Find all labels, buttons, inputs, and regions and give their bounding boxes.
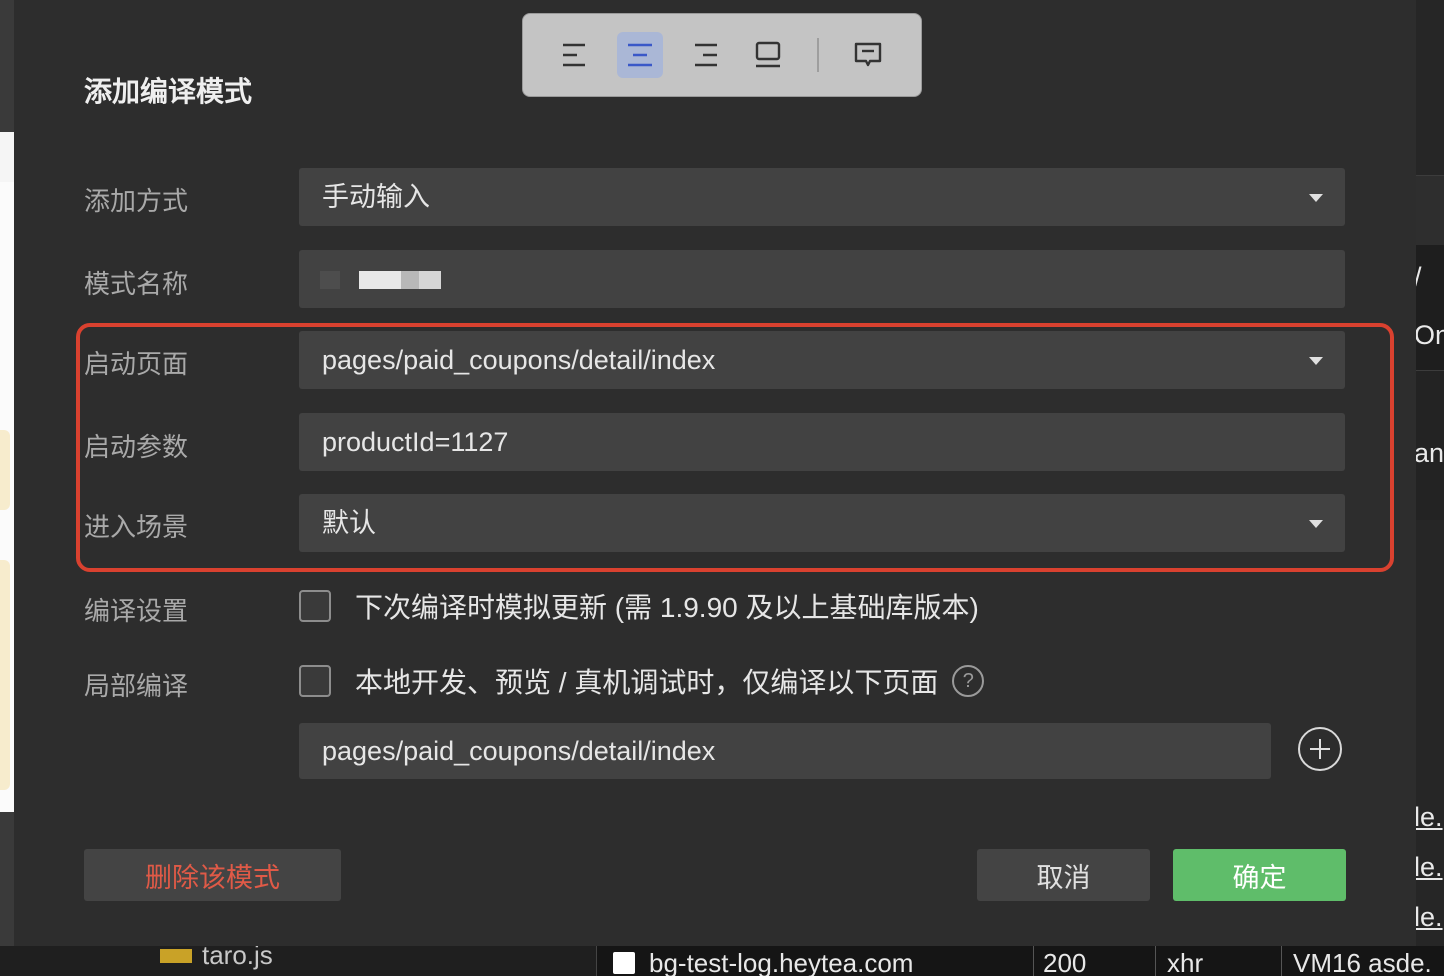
add-method-select[interactable]: 手动输入 xyxy=(299,168,1345,226)
network-request-row: bg-test-log.heytea.com 200 xhr VM16 asde… xyxy=(596,946,1444,976)
background-row xyxy=(1416,175,1444,245)
dialog-title: 添加编译模式 xyxy=(84,76,253,107)
background-text-fragment: Onl xyxy=(1416,320,1444,350)
launch-page-label: 启动页面 xyxy=(84,349,189,379)
add-page-icon[interactable] xyxy=(1298,727,1342,771)
simulate-update-text: 下次编译时模拟更新 (需 1.9.90 及以上基础库版本) xyxy=(355,592,979,623)
add-method-value: 手动输入 xyxy=(322,182,430,212)
partial-compile-option: 本地开发、预览 / 真机调试时，仅编译以下页面 ? xyxy=(299,661,985,701)
network-row-checkbox xyxy=(613,952,635,974)
launch-params-value: productId=1127 xyxy=(322,427,509,457)
background-text-fragment: le. xyxy=(1416,902,1443,932)
cancel-button[interactable]: 取消 xyxy=(977,849,1150,901)
chevron-down-icon xyxy=(1309,194,1323,202)
add-compile-mode-dialog: 添加编译模式 添加方式 手动输入 模式名称 启动页面 pages/paid_co… xyxy=(14,0,1416,946)
mode-name-input[interactable] xyxy=(299,250,1345,308)
background-text-fragment: le. xyxy=(1416,802,1443,832)
chevron-down-icon xyxy=(1309,520,1323,528)
launch-params-input[interactable]: productId=1127 xyxy=(299,413,1345,471)
redacted-text xyxy=(401,271,419,289)
partial-page-input[interactable]: pages/paid_coupons/detail/index xyxy=(299,723,1271,779)
align-right-icon xyxy=(695,43,717,67)
scene-label: 进入场景 xyxy=(84,512,189,542)
redacted-text xyxy=(419,271,441,289)
network-request-name: bg-test-log.heytea.com xyxy=(649,948,914,976)
simulate-update-checkbox[interactable] xyxy=(299,590,331,622)
network-request-initiator: VM16 asde. xyxy=(1293,948,1432,976)
background-bottom-panel: taro.js bg-test-log.heytea.com 200 xhr V… xyxy=(0,946,1444,976)
partial-compile-checkbox[interactable] xyxy=(299,665,331,697)
background-text-fragment: ani xyxy=(1416,438,1444,468)
background-tab xyxy=(0,132,14,182)
align-left-button[interactable] xyxy=(553,32,599,78)
background-right-panel: / Onl ani le. le. le. xyxy=(1416,0,1444,976)
background-file-entry: taro.js xyxy=(160,946,273,971)
redacted-text xyxy=(359,271,401,289)
network-request-type: xhr xyxy=(1167,948,1204,976)
align-right-button[interactable] xyxy=(681,32,727,78)
launch-page-select[interactable]: pages/paid_coupons/detail/index xyxy=(299,331,1345,389)
background-text-fragment: le. xyxy=(1416,852,1443,882)
mode-name-label: 模式名称 xyxy=(84,269,189,299)
comment-icon xyxy=(854,42,882,67)
floating-toolbar xyxy=(522,13,922,97)
align-center-button[interactable] xyxy=(617,32,663,78)
align-center-icon xyxy=(628,43,652,67)
toolbar-divider xyxy=(817,38,819,72)
align-left-icon xyxy=(563,43,585,67)
background-left-panel xyxy=(0,0,14,976)
partial-compile-label: 局部编译 xyxy=(84,671,189,701)
launch-params-label: 启动参数 xyxy=(84,432,189,462)
device-preview-button[interactable] xyxy=(745,32,791,78)
simulate-update-option: 下次编译时模拟更新 (需 1.9.90 及以上基础库版本) xyxy=(299,586,979,626)
network-request-status: 200 xyxy=(1043,948,1087,976)
help-icon[interactable]: ? xyxy=(952,665,985,697)
background-card xyxy=(0,430,10,510)
js-file-icon xyxy=(160,948,192,963)
partial-compile-text: 本地开发、预览 / 真机调试时，仅编译以下页面 xyxy=(355,667,939,698)
background-text-fragment: / xyxy=(1416,262,1422,293)
redacted-text xyxy=(320,271,340,289)
delete-mode-button[interactable]: 删除该模式 xyxy=(84,849,341,901)
device-preview-icon xyxy=(755,41,781,68)
launch-page-value: pages/paid_coupons/detail/index xyxy=(322,345,716,375)
compile-settings-label: 编译设置 xyxy=(84,596,189,626)
background-file-name: taro.js xyxy=(202,946,273,970)
partial-page-value: pages/paid_coupons/detail/index xyxy=(322,736,716,766)
background-card xyxy=(0,560,10,790)
add-method-label: 添加方式 xyxy=(84,186,189,216)
scene-value: 默认 xyxy=(322,508,376,538)
comment-button[interactable] xyxy=(845,32,891,78)
chevron-down-icon xyxy=(1309,357,1323,365)
confirm-button[interactable]: 确定 xyxy=(1173,849,1346,901)
scene-select[interactable]: 默认 xyxy=(299,494,1345,552)
